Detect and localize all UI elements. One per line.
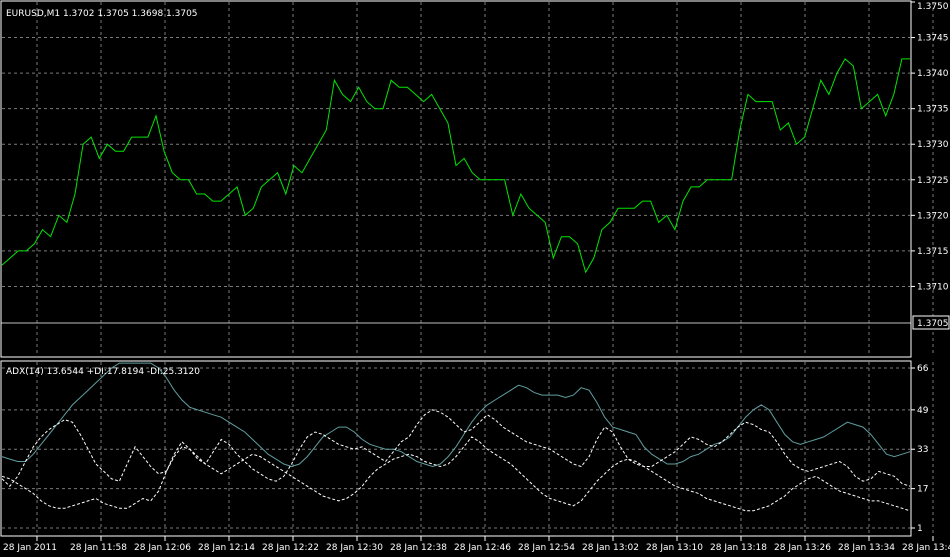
adx-chart-title: ADX(14) 13.6544 +DI:17.8194 -DI:25.3120 bbox=[6, 367, 200, 377]
time-tick-label: 28 Jan 13:26 bbox=[774, 543, 831, 553]
adx-tick-label: 17 bbox=[917, 485, 928, 495]
price-tick-label: 1.3710 bbox=[917, 282, 949, 292]
time-tick-label: 28 Jan 11:58 bbox=[70, 543, 127, 553]
adx-tick-label: 49 bbox=[917, 406, 929, 416]
adx-tick-label: 66 bbox=[917, 364, 929, 374]
adx-tick-label: 33 bbox=[917, 445, 928, 455]
price-tick-label: 1.3740 bbox=[917, 69, 949, 79]
time-tick-label: 28 Jan 13:42 bbox=[902, 543, 950, 553]
time-tick-label: 28 Jan 13:02 bbox=[582, 543, 639, 553]
time-tick-label: 28 Jan 12:30 bbox=[326, 543, 383, 553]
chart-canvas: EURUSD,M1 1.3702 1.3705 1.3698 1.3705 1.… bbox=[0, 0, 950, 557]
price-tick-label: 1.3725 bbox=[917, 176, 949, 186]
price-tick-label: 1.3750 bbox=[917, 2, 949, 12]
time-tick-label: 28 Jan 13:34 bbox=[838, 543, 895, 553]
time-tick-label: 28 Jan 12:06 bbox=[134, 543, 191, 553]
price-tick-label: 1.3715 bbox=[917, 247, 949, 257]
time-tick-label: 28 Jan 13:10 bbox=[646, 543, 703, 553]
current-price-label: 1.3705 bbox=[917, 319, 949, 329]
time-tick-label: 28 Jan 12:38 bbox=[390, 543, 447, 553]
time-tick-label: 28 Jan 13:18 bbox=[710, 543, 767, 553]
price-tick-label: 1.3735 bbox=[917, 105, 949, 115]
price-chart-title: EURUSD,M1 1.3702 1.3705 1.3698 1.3705 bbox=[6, 9, 198, 19]
price-tick-label: 1.3720 bbox=[917, 211, 949, 221]
price-tick-label: 1.3745 bbox=[917, 34, 949, 44]
adx-tick-label: 1 bbox=[917, 524, 923, 534]
time-tick-label: 28 Jan 12:22 bbox=[262, 543, 319, 553]
time-tick-label: 28 Jan 12:14 bbox=[198, 543, 255, 553]
time-tick-label: 28 Jan 2011 bbox=[3, 543, 57, 553]
chart-background bbox=[0, 0, 950, 557]
price-tick-label: 1.3730 bbox=[917, 140, 949, 150]
time-tick-label: 28 Jan 12:46 bbox=[454, 543, 511, 553]
time-tick-label: 28 Jan 12:54 bbox=[518, 543, 575, 553]
